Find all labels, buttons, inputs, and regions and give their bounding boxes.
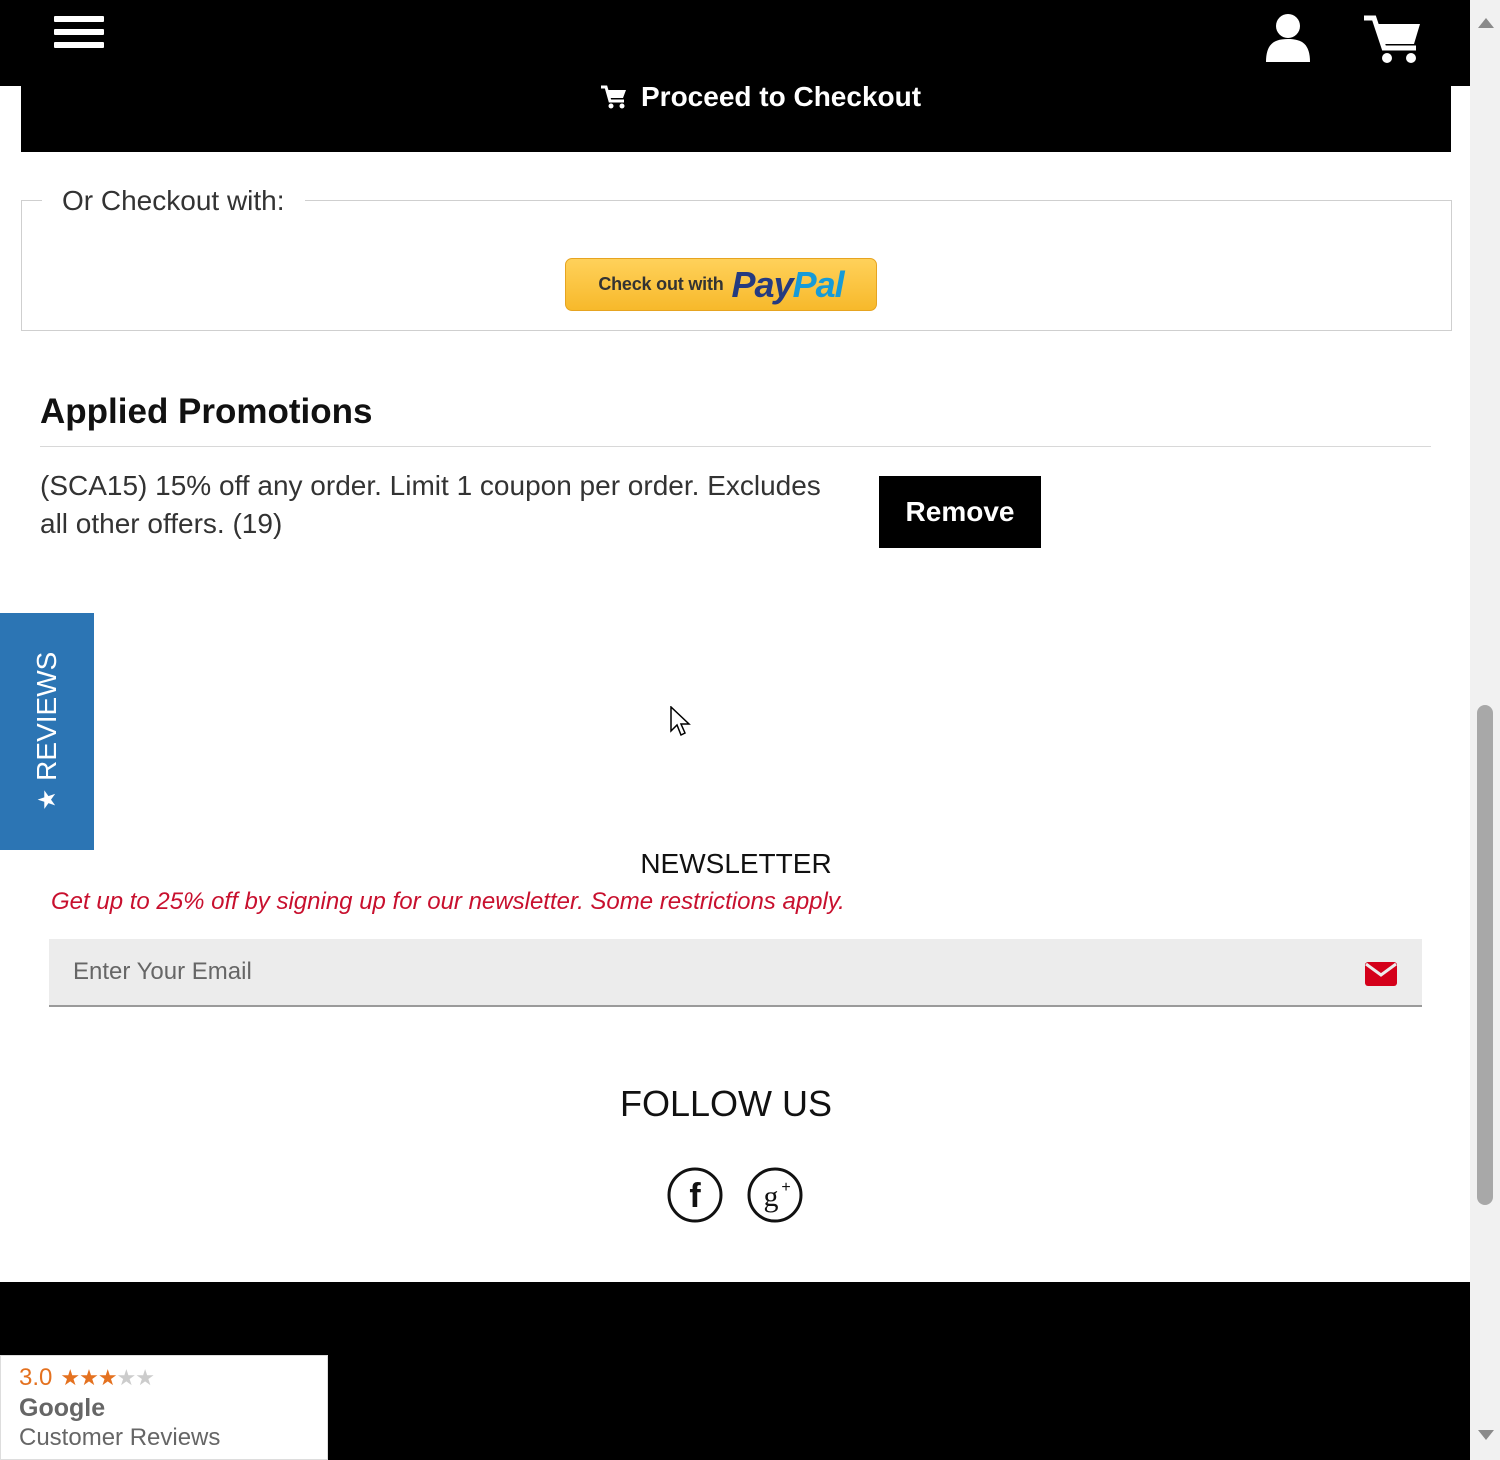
hamburger-menu-icon[interactable] bbox=[54, 16, 104, 58]
rating-value: 3.0 bbox=[19, 1364, 53, 1391]
vertical-scrollbar[interactable] bbox=[1470, 0, 1500, 1460]
star-icon: ★ bbox=[33, 788, 61, 811]
paypal-checkout-button[interactable]: Check out with PayPal bbox=[565, 258, 877, 311]
alternative-checkout-fieldset: Or Checkout with: Check out with PayPal bbox=[21, 184, 1452, 331]
svg-text:f: f bbox=[689, 1177, 701, 1215]
mouse-pointer-icon bbox=[670, 706, 691, 737]
google-plus-icon[interactable]: g + bbox=[746, 1166, 804, 1224]
newsletter-form bbox=[49, 939, 1422, 1007]
rating-stars: ★★★★★ bbox=[60, 1365, 155, 1390]
site-header bbox=[0, 0, 1470, 86]
proceed-to-checkout-label: Proceed to Checkout bbox=[641, 81, 922, 112]
follow-us-heading: FOLLOW US bbox=[619, 1083, 833, 1124]
shopping-cart-icon[interactable] bbox=[1364, 14, 1422, 64]
newsletter-heading: NEWSLETTER bbox=[640, 848, 832, 879]
customer-reviews-label: Customer Reviews bbox=[19, 1424, 221, 1451]
divider bbox=[40, 446, 1431, 447]
promotion-description: (SCA15) 15% off any order. Limit 1 coupo… bbox=[40, 470, 821, 539]
page: Proceed to Checkout Or Checkout with: Ch… bbox=[0, 0, 1470, 1460]
proceed-to-checkout-button[interactable]: Proceed to Checkout bbox=[21, 81, 1451, 152]
applied-promotions-heading: Applied Promotions bbox=[40, 392, 373, 431]
google-customer-reviews-badge[interactable]: 3.0 ★★★★★ Google Customer Reviews bbox=[0, 1355, 328, 1460]
alt-checkout-legend: Or Checkout with: bbox=[42, 184, 305, 218]
remove-promotion-button[interactable]: Remove bbox=[879, 476, 1041, 548]
email-input[interactable] bbox=[49, 939, 1339, 1005]
user-icon[interactable] bbox=[1264, 12, 1312, 64]
paypal-prefix: Check out with bbox=[598, 274, 724, 294]
rating: 3.0 ★★★★★ bbox=[19, 1364, 155, 1392]
cart-icon bbox=[601, 85, 626, 109]
envelope-icon[interactable] bbox=[1364, 960, 1398, 988]
newsletter-subtitle: Get up to 25% off by signing up for our … bbox=[51, 888, 845, 915]
reviews-side-tab[interactable]: ★ REVIEWS bbox=[0, 613, 94, 850]
facebook-icon[interactable]: f bbox=[666, 1166, 724, 1224]
svg-text:+: + bbox=[781, 1179, 790, 1196]
reviews-tab-label: REVIEWS bbox=[31, 651, 62, 781]
google-label: Google bbox=[19, 1394, 106, 1422]
scroll-up-arrow-icon[interactable] bbox=[1478, 18, 1494, 28]
scrollbar-thumb[interactable] bbox=[1477, 705, 1493, 1205]
svg-text:g: g bbox=[764, 1180, 779, 1213]
paypal-logo: PayPal bbox=[731, 263, 845, 305]
scroll-down-arrow-icon[interactable] bbox=[1478, 1430, 1494, 1440]
